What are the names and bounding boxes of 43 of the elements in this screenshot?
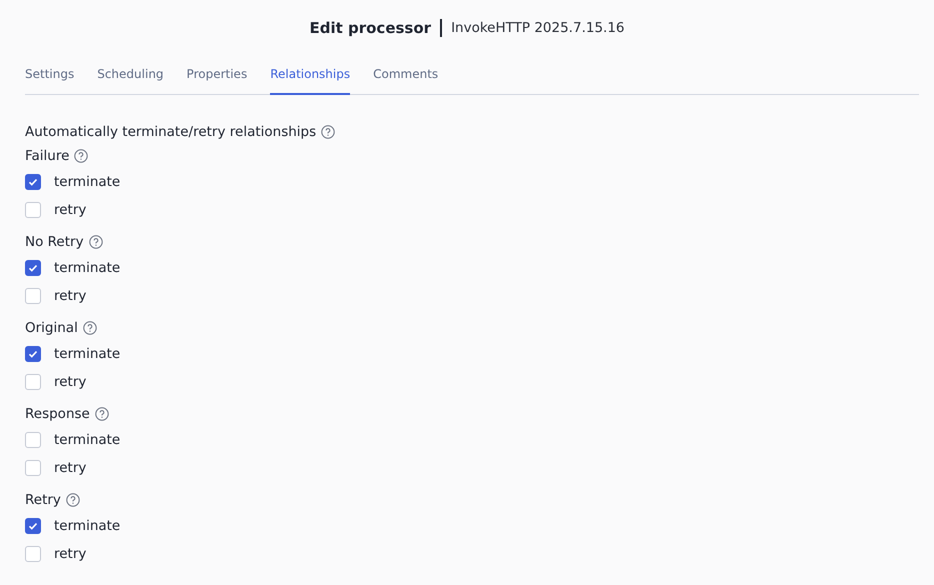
section-heading: Automatically terminate/retry relationships <box>25 124 316 140</box>
relationship-name: Failure <box>25 148 70 164</box>
dialog-title: Edit processor <box>309 19 432 37</box>
checkbox-label: retry <box>54 546 86 562</box>
checkbox-label: retry <box>54 374 86 390</box>
checkbox[interactable] <box>25 288 41 304</box>
checkbox-label: terminate <box>54 432 120 448</box>
checkbox-label: terminate <box>54 260 120 276</box>
relationship-name: No Retry <box>25 234 84 250</box>
help-icon[interactable] <box>94 407 109 421</box>
help-icon[interactable] <box>66 493 80 507</box>
checkbox[interactable] <box>25 546 41 562</box>
help-icon[interactable] <box>321 125 336 139</box>
check-icon <box>27 262 39 274</box>
check-icon <box>27 348 39 360</box>
relationship-name: Retry <box>25 492 61 508</box>
checkbox-label: retry <box>54 460 86 476</box>
checkbox[interactable] <box>25 518 41 534</box>
checkbox-label: terminate <box>54 346 120 362</box>
checkbox-label: terminate <box>54 174 120 190</box>
tab[interactable]: Properties <box>186 67 248 95</box>
checkbox-label: retry <box>54 288 86 304</box>
tab[interactable]: Settings <box>25 67 74 95</box>
checkbox[interactable] <box>25 432 41 448</box>
tab[interactable]: Comments <box>373 67 438 95</box>
relationship-name: Response <box>25 406 90 422</box>
processor-version: InvokeHTTP 2025.7.15.16 <box>451 20 625 36</box>
relationship-name: Original <box>25 320 78 336</box>
help-icon[interactable] <box>74 149 88 163</box>
tab[interactable]: Scheduling <box>97 67 164 95</box>
help-icon[interactable] <box>82 321 97 335</box>
checkbox-label: retry <box>54 202 86 218</box>
check-icon <box>27 520 39 532</box>
checkbox[interactable] <box>25 346 41 362</box>
help-icon[interactable] <box>88 235 103 249</box>
tab[interactable]: Relationships <box>270 67 350 95</box>
checkbox[interactable] <box>25 260 41 276</box>
checkbox[interactable] <box>25 174 41 190</box>
checkbox[interactable] <box>25 374 41 390</box>
checkbox-label: terminate <box>54 518 120 534</box>
checkbox[interactable] <box>25 460 41 476</box>
checkbox[interactable] <box>25 202 41 218</box>
check-icon <box>27 176 39 188</box>
